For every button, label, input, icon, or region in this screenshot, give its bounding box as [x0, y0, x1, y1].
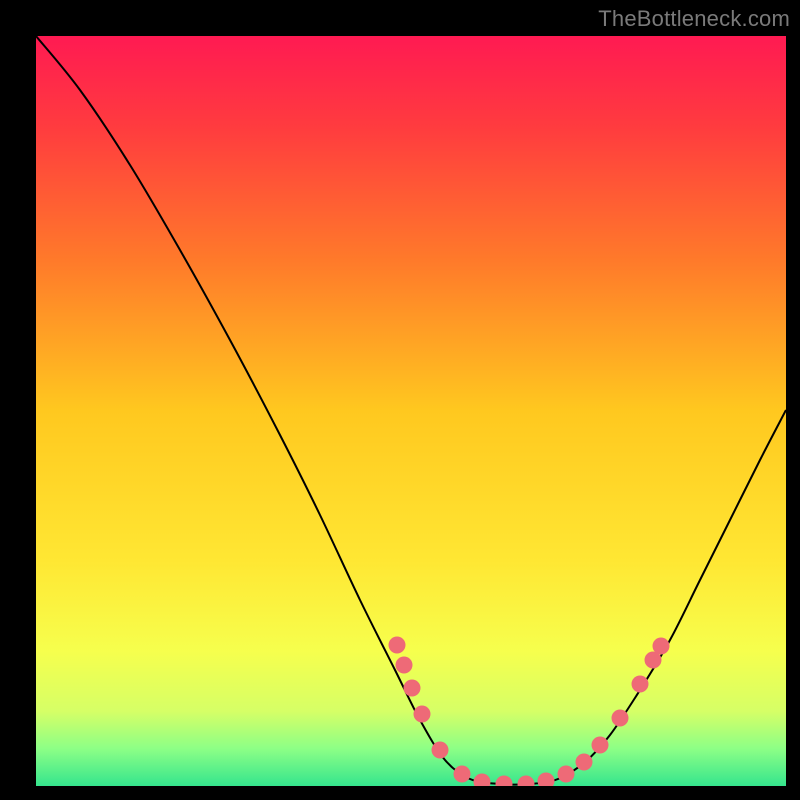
curve-marker — [474, 774, 491, 791]
curve-marker — [396, 657, 413, 674]
curve-marker — [612, 710, 629, 727]
curve-marker — [389, 637, 406, 654]
bottleneck-chart — [0, 0, 800, 800]
curve-marker — [432, 742, 449, 759]
curve-marker — [653, 638, 670, 655]
chart-stage: TheBottleneck.com — [0, 0, 800, 800]
curve-marker — [632, 676, 649, 693]
curve-marker — [414, 706, 431, 723]
watermark-label: TheBottleneck.com — [598, 6, 790, 32]
curve-marker — [496, 776, 513, 793]
curve-marker — [576, 754, 593, 771]
curve-marker — [592, 737, 609, 754]
curve-marker — [518, 776, 535, 793]
curve-marker — [538, 773, 555, 790]
plot-area-gradient — [36, 36, 786, 786]
curve-marker — [454, 766, 471, 783]
curve-marker — [558, 766, 575, 783]
curve-marker — [404, 680, 421, 697]
